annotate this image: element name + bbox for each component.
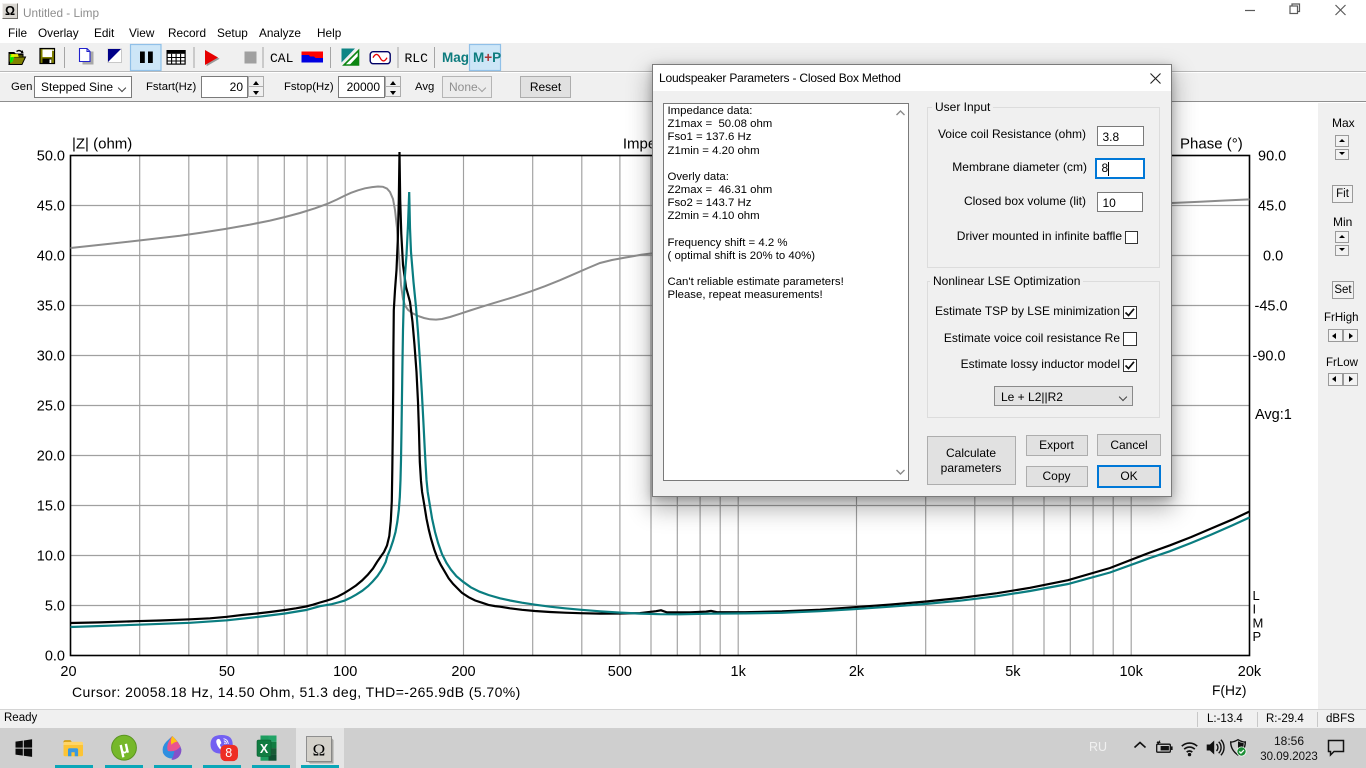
svg-text:RLC: RLC <box>405 51 429 66</box>
svg-text:Ω: Ω <box>313 741 326 760</box>
svg-text:20: 20 <box>60 664 76 680</box>
svg-text:50.0: 50.0 <box>37 149 65 165</box>
svg-text:-90.0: -90.0 <box>1253 349 1286 365</box>
svg-text:45.0: 45.0 <box>1258 199 1286 215</box>
svg-text:10k: 10k <box>1119 664 1143 680</box>
svg-text:100: 100 <box>333 664 357 680</box>
svg-text:35.0: 35.0 <box>37 299 65 315</box>
svg-text:CAL: CAL <box>270 51 293 66</box>
svg-text:15.0: 15.0 <box>37 499 65 515</box>
svg-text:500: 500 <box>608 664 632 680</box>
svg-text:0.0: 0.0 <box>1263 249 1283 265</box>
svg-text:Cursor: 20058.18 Hz, 14.50 Ohm: Cursor: 20058.18 Hz, 14.50 Ohm, 51.3 deg… <box>72 684 521 700</box>
svg-text:5.0: 5.0 <box>45 599 65 615</box>
svg-text:|Z| (ohm): |Z| (ohm) <box>72 136 132 153</box>
svg-text:0.0: 0.0 <box>45 649 65 665</box>
svg-text:5k: 5k <box>1005 664 1021 680</box>
svg-text:Avg:1: Avg:1 <box>1255 407 1292 423</box>
svg-text:30.0: 30.0 <box>37 349 65 365</box>
svg-text:X: X <box>260 742 269 756</box>
svg-text:40.0: 40.0 <box>37 249 65 265</box>
svg-text:1k: 1k <box>731 664 747 680</box>
svg-text:Phase (°): Phase (°) <box>1180 136 1243 153</box>
svg-text:20k: 20k <box>1238 664 1262 680</box>
svg-text:200: 200 <box>451 664 475 680</box>
svg-text:8: 8 <box>225 746 232 760</box>
svg-text:M+P: M+P <box>473 50 501 65</box>
svg-text:20.0: 20.0 <box>37 449 65 465</box>
svg-text:10.0: 10.0 <box>37 549 65 565</box>
svg-text:90.0: 90.0 <box>1258 149 1286 165</box>
svg-text:25.0: 25.0 <box>37 399 65 415</box>
svg-text:50: 50 <box>219 664 235 680</box>
svg-text:45.0: 45.0 <box>37 199 65 215</box>
svg-text:P: P <box>1253 629 1262 644</box>
svg-text:F(Hz): F(Hz) <box>1212 683 1246 698</box>
svg-text:Mag: Mag <box>442 50 469 65</box>
svg-text:-45.0: -45.0 <box>1255 299 1288 315</box>
svg-text:2k: 2k <box>849 664 865 680</box>
